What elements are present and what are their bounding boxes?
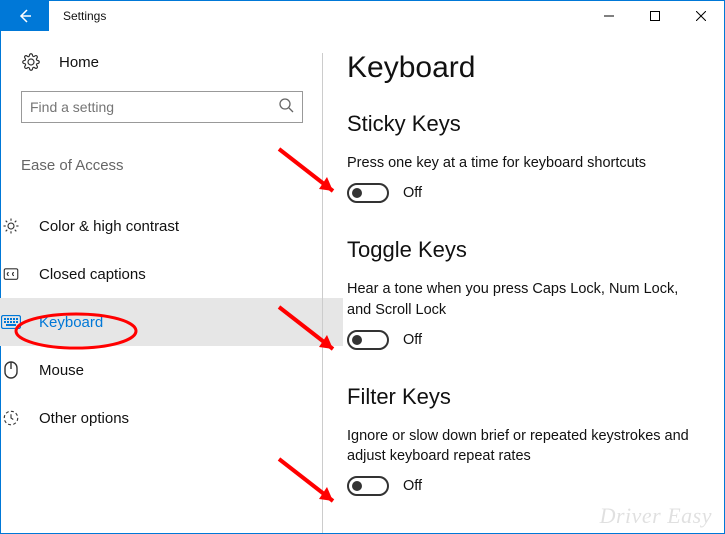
toggle-filter-keys[interactable] <box>347 476 389 496</box>
sidebar-item-mouse[interactable]: Mouse <box>0 346 343 394</box>
toggle-state-toggle-keys: Off <box>403 332 422 348</box>
page-title: Keyboard <box>347 51 700 85</box>
minimize-icon <box>604 11 614 21</box>
sidebar-item-label: Color & high contrast <box>39 218 179 235</box>
closed-captions-icon <box>1 265 21 283</box>
section-desc-filter-keys: Ignore or slow down brief or repeated ke… <box>347 426 700 467</box>
toggle-sticky-keys[interactable] <box>347 183 389 203</box>
vertical-divider <box>322 53 323 533</box>
category-title: Ease of Access <box>21 157 303 174</box>
home-nav[interactable]: Home <box>21 53 303 71</box>
brightness-icon <box>1 217 21 235</box>
section-title-sticky-keys: Sticky Keys <box>347 111 700 137</box>
gear-icon <box>21 53 41 71</box>
maximize-button[interactable] <box>632 1 678 31</box>
maximize-icon <box>650 11 660 21</box>
mouse-icon <box>1 361 21 379</box>
section-desc-toggle-keys: Hear a tone when you press Caps Lock, Nu… <box>347 279 700 320</box>
back-button[interactable] <box>1 1 49 31</box>
search-input[interactable] <box>30 99 278 115</box>
sidebar-item-other-options[interactable]: Other options <box>0 394 343 442</box>
window-title: Settings <box>49 1 586 31</box>
clock-icon <box>1 409 21 427</box>
toggle-knob <box>352 481 362 491</box>
sidebar-item-label: Other options <box>39 410 129 427</box>
close-button[interactable] <box>678 1 724 31</box>
sidebar-item-label: Keyboard <box>39 314 103 331</box>
sidebar-item-color-contrast[interactable]: Color & high contrast <box>0 202 343 250</box>
section-desc-sticky-keys: Press one key at a time for keyboard sho… <box>347 153 700 173</box>
minimize-button[interactable] <box>586 1 632 31</box>
sidebar-item-closed-captions[interactable]: Closed captions <box>0 250 343 298</box>
home-label: Home <box>59 54 99 71</box>
sidebar-item-label: Closed captions <box>39 266 146 283</box>
section-title-filter-keys: Filter Keys <box>347 384 700 410</box>
sidebar-item-keyboard[interactable]: Keyboard <box>0 298 343 346</box>
back-arrow-icon <box>17 8 33 24</box>
toggle-toggle-keys[interactable] <box>347 330 389 350</box>
section-title-toggle-keys: Toggle Keys <box>347 237 700 263</box>
toggle-knob <box>352 335 362 345</box>
toggle-knob <box>352 188 362 198</box>
toggle-state-filter-keys: Off <box>403 478 422 494</box>
keyboard-icon <box>1 315 21 329</box>
sidebar-item-label: Mouse <box>39 362 84 379</box>
search-icon <box>278 97 294 118</box>
toggle-state-sticky-keys: Off <box>403 185 422 201</box>
close-icon <box>696 11 706 21</box>
search-box[interactable] <box>21 91 303 123</box>
watermark-brand: Driver Easy <box>600 503 712 529</box>
